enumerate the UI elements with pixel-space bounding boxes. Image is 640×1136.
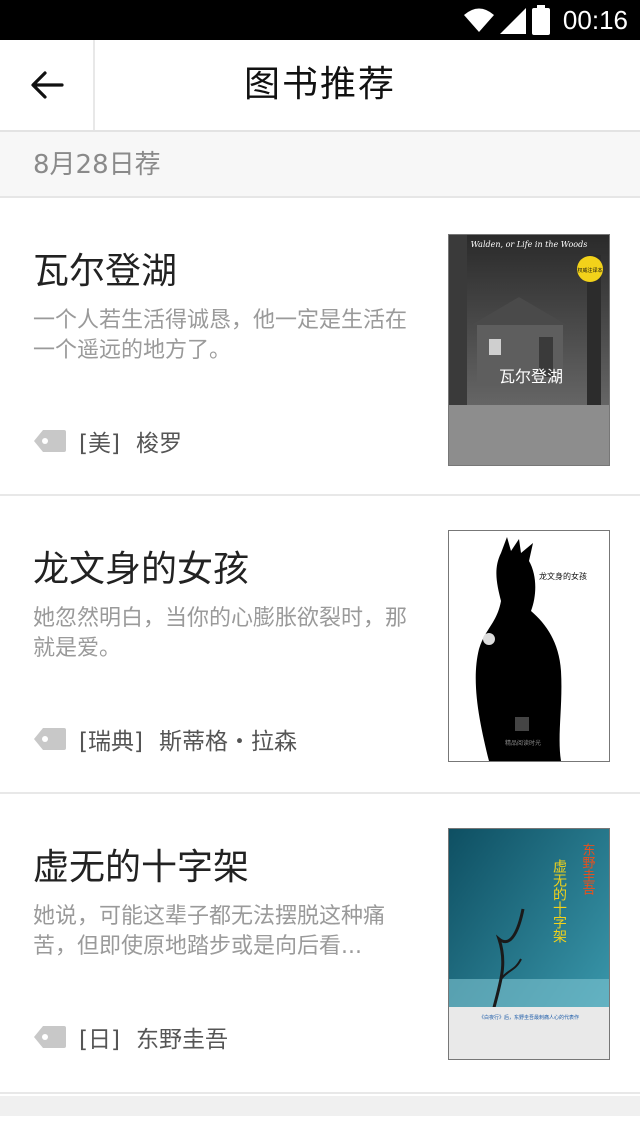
cover-title: 瓦尔登湖 (499, 367, 563, 386)
list-footer (0, 1096, 640, 1116)
book-author: 东野圭吾 (135, 1027, 228, 1053)
back-arrow-icon (30, 71, 64, 99)
book-item-walden[interactable]: 瓦尔登湖 一个人若生活得诚恳，他一定是生活在一个遥远的地方了。 [美] 梭罗 W… (0, 198, 640, 496)
book-title: 龙文身的女孩 (33, 549, 250, 590)
book-cover-dragon-tattoo[interactable]: 龙文身的女孩 精品阅读时光 (448, 530, 610, 762)
book-author: 梭罗 (135, 431, 182, 457)
wifi-icon (464, 8, 494, 32)
back-button[interactable] (0, 40, 95, 130)
cover-title: 龙文身的女孩 (539, 571, 587, 581)
cover-title: 虚无的十字架 (551, 859, 567, 943)
signal-icon (500, 8, 526, 34)
book-description: 她说，可能这辈子都无法摆脱这种痛苦，但即使原地踏步或是向后看... (33, 904, 386, 959)
status-bar: 00:16 (0, 0, 640, 40)
tag-icon (34, 430, 66, 452)
book-description: 一个人若生活得诚恳，他一定是生活在一个遥远的地方了。 (33, 308, 408, 363)
tag-icon (34, 1026, 66, 1048)
date-label: 8月28日荐 (33, 150, 161, 180)
cover-badge: 权威注译本 (577, 267, 602, 274)
book-country: [瑞典] (79, 729, 143, 755)
book-description: 她忽然明白，当你的心膨胀欲裂时，那就是爱。 (33, 606, 408, 661)
book-meta: [瑞典] 斯蒂格・拉森 (33, 722, 297, 756)
book-title: 瓦尔登湖 (33, 251, 178, 292)
book-cover-walden[interactable]: Walden, or Life in the Woods 权威注译本 瓦尔登湖 (448, 234, 610, 466)
cover-publisher: 精品阅读时光 (505, 739, 541, 747)
book-country: [日] (79, 1027, 120, 1053)
book-item-dragon-tattoo[interactable]: 龙文身的女孩 她忽然明白，当你的心膨胀欲裂时，那就是爱。 [瑞典] 斯蒂格・拉森… (0, 496, 640, 794)
tag-icon (34, 728, 66, 750)
book-author: 斯蒂格・拉森 (158, 729, 297, 755)
book-cover-empty-cross[interactable]: 虚无的十字架 东野圭吾 《白夜行》后，东野圭吾最刺痛人心的代表作 (448, 828, 610, 1060)
book-country: [美] (79, 431, 120, 457)
cover-author: 东野圭吾 (580, 843, 596, 895)
battery-icon (532, 5, 550, 35)
book-list: 瓦尔登湖 一个人若生活得诚恳，他一定是生活在一个遥远的地方了。 [美] 梭罗 W… (0, 198, 640, 1094)
status-time: 00:16 (562, 5, 628, 35)
book-meta: [美] 梭罗 (33, 424, 182, 458)
page-title: 图书推荐 (243, 64, 396, 105)
book-item-empty-cross[interactable]: 虚无的十字架 她说，可能这辈子都无法摆脱这种痛苦，但即使原地踏步或是向后看...… (0, 794, 640, 1094)
cover-tagline: 《白夜行》后，东野圭吾最刺痛人心的代表作 (479, 1014, 579, 1021)
app-header: 图书推荐 (0, 40, 640, 132)
book-meta: [日] 东野圭吾 (33, 1020, 228, 1054)
date-section-header: 8月28日荐 (0, 132, 640, 198)
cover-english-title: Walden, or Life in the Woods (471, 240, 588, 249)
book-title: 虚无的十字架 (33, 847, 250, 888)
status-icons (462, 4, 550, 36)
